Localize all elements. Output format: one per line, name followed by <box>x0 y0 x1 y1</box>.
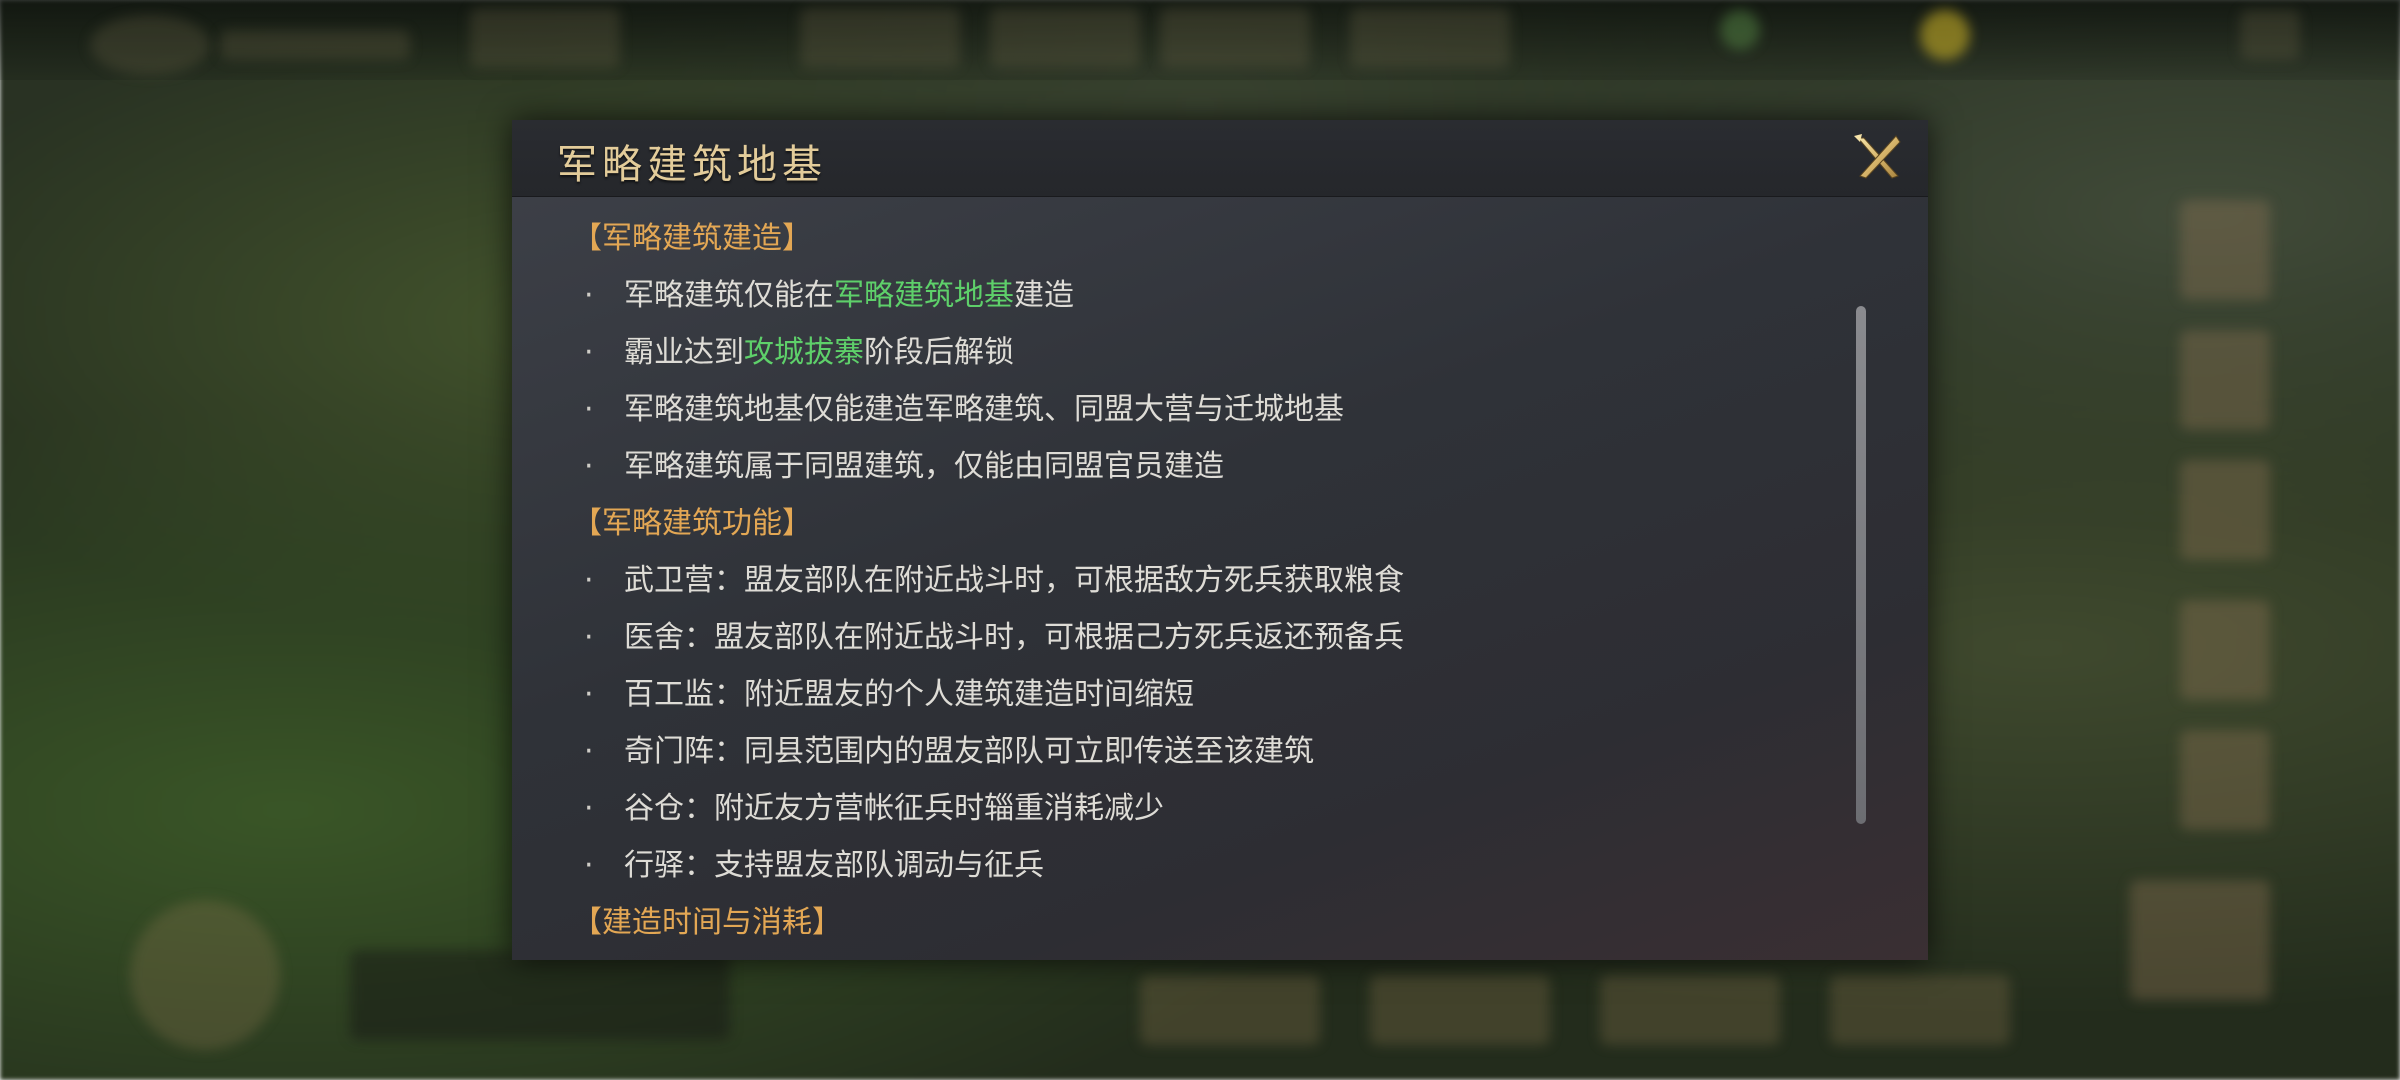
resource-slot <box>1160 8 1310 68</box>
bottom-menu-button <box>1140 975 1320 1045</box>
rule-item: · 百工监：附近盟友的个人建筑建造时间缩短 <box>572 666 1832 723</box>
close-x-icon <box>1854 134 1901 179</box>
bullet-dot-icon: · <box>584 677 594 712</box>
resource-slot <box>470 8 620 68</box>
resource-slot <box>1350 8 1510 68</box>
dialog-content[interactable]: 【军略建筑建造】 · 军略建筑仅能在军略建筑地基建造 · 霸业达到攻城拔寨阶段后解锁 · 军… <box>512 196 1928 960</box>
scrollbar-thumb[interactable] <box>1856 306 1866 824</box>
bullet-dot-icon: · <box>584 791 594 826</box>
rule-item: · 医舍：盟友部队在附近战斗时，可根据己方死兵返还预备兵 <box>572 609 1832 666</box>
bullet-dot-icon: · <box>584 848 594 883</box>
jade-icon <box>1720 10 1760 50</box>
rule-text: 军略建筑仅能在 <box>624 278 834 313</box>
rule-text: 百工监：附近盟友的个人建筑建造时间缩短 <box>624 677 1194 712</box>
bullet-dot-icon: · <box>584 449 594 484</box>
rule-text: 建造 <box>1014 278 1074 313</box>
rule-text: 武卫营：盟友部队在附近战斗时，可根据敌方死兵获取粮食 <box>624 563 1404 598</box>
general-portrait <box>2180 200 2270 300</box>
bullet-dot-icon: · <box>584 392 594 427</box>
rule-text: 霸业达到 <box>624 335 744 370</box>
top-hud-bar <box>0 0 2400 80</box>
close-button[interactable] <box>1850 132 1906 184</box>
bottom-menu-button <box>1600 975 1780 1045</box>
info-dialog: 军略建筑地基 【军略建筑建造】 · 军略建筑仅能在军略建筑地基建造 · 霸业达到攻城拔寨… <box>512 120 1928 960</box>
bullet-dot-icon: · <box>584 563 594 598</box>
rule-item: · 霸业达到攻城拔寨阶段后解锁 <box>572 324 1832 381</box>
general-portrait <box>2130 880 2270 1000</box>
gold-coin-icon <box>1920 10 1970 60</box>
highlight-term: 攻城拔寨 <box>744 335 864 370</box>
bullet-dot-icon: · <box>584 620 594 655</box>
rule-item: · 军略建筑仅能在军略建筑地基建造 <box>572 267 1832 324</box>
rule-text: 奇门阵：同县范围内的盟友部队可立即传送至该建筑 <box>624 734 1314 769</box>
rule-item: · 谷仓：附近友方营帐征兵时辎重消耗减少 <box>572 780 1832 837</box>
rule-item: · 奇门阵：同县范围内的盟友部队可立即传送至该建筑 <box>572 723 1832 780</box>
general-portrait <box>2180 460 2270 560</box>
rule-text: 军略建筑地基仅能建造军略建筑、同盟大营与迁城地基 <box>624 392 1344 427</box>
bottom-menu-button <box>1830 975 2010 1045</box>
chat-box-blur <box>350 950 730 1040</box>
player-name-blur <box>220 30 410 60</box>
rule-item: · 行驿：支持盟友部队调动与征兵 <box>572 837 1832 894</box>
general-portrait <box>2180 600 2270 700</box>
player-avatar <box>90 15 210 75</box>
rule-text: 军略建筑属于同盟建筑，仅能由同盟官员建造 <box>624 449 1224 484</box>
bottom-menu-button <box>1370 975 1550 1045</box>
settings-blur <box>2240 10 2300 60</box>
dialog-header: 军略建筑地基 <box>512 120 1928 197</box>
section-heading: 【军略建筑建造】 <box>572 221 812 256</box>
section-heading: 【军略建筑功能】 <box>572 506 812 541</box>
general-portrait <box>2180 330 2270 430</box>
general-portrait <box>2180 730 2270 830</box>
resource-slot <box>990 8 1140 68</box>
section-heading-partial: 【建造时间与消耗】 <box>572 905 842 940</box>
rule-item: · 军略建筑地基仅能建造军略建筑、同盟大营与迁城地基 <box>572 381 1832 438</box>
resource-slot <box>800 8 960 68</box>
rule-item: · 军略建筑属于同盟建筑，仅能由同盟官员建造 <box>572 438 1832 495</box>
minimap-emblem <box>130 900 280 1050</box>
rule-item: · 武卫营：盟友部队在附近战斗时，可根据敌方死兵获取粮食 <box>572 552 1832 609</box>
highlight-term: 军略建筑地基 <box>834 278 1014 313</box>
rule-text: 阶段后解锁 <box>864 335 1014 370</box>
bullet-dot-icon: · <box>584 734 594 769</box>
rule-text: 行驿：支持盟友部队调动与征兵 <box>624 848 1044 883</box>
rule-text: 谷仓：附近友方营帐征兵时辎重消耗减少 <box>624 791 1164 826</box>
rules-text-list: 【军略建筑建造】 · 军略建筑仅能在军略建筑地基建造 · 霸业达到攻城拔寨阶段后解锁 · 军… <box>572 210 1832 951</box>
bullet-dot-icon: · <box>584 278 594 313</box>
dialog-title: 军略建筑地基 <box>557 142 827 188</box>
bullet-dot-icon: · <box>584 335 594 370</box>
rule-text: 医舍：盟友部队在附近战斗时，可根据己方死兵返还预备兵 <box>624 620 1404 655</box>
